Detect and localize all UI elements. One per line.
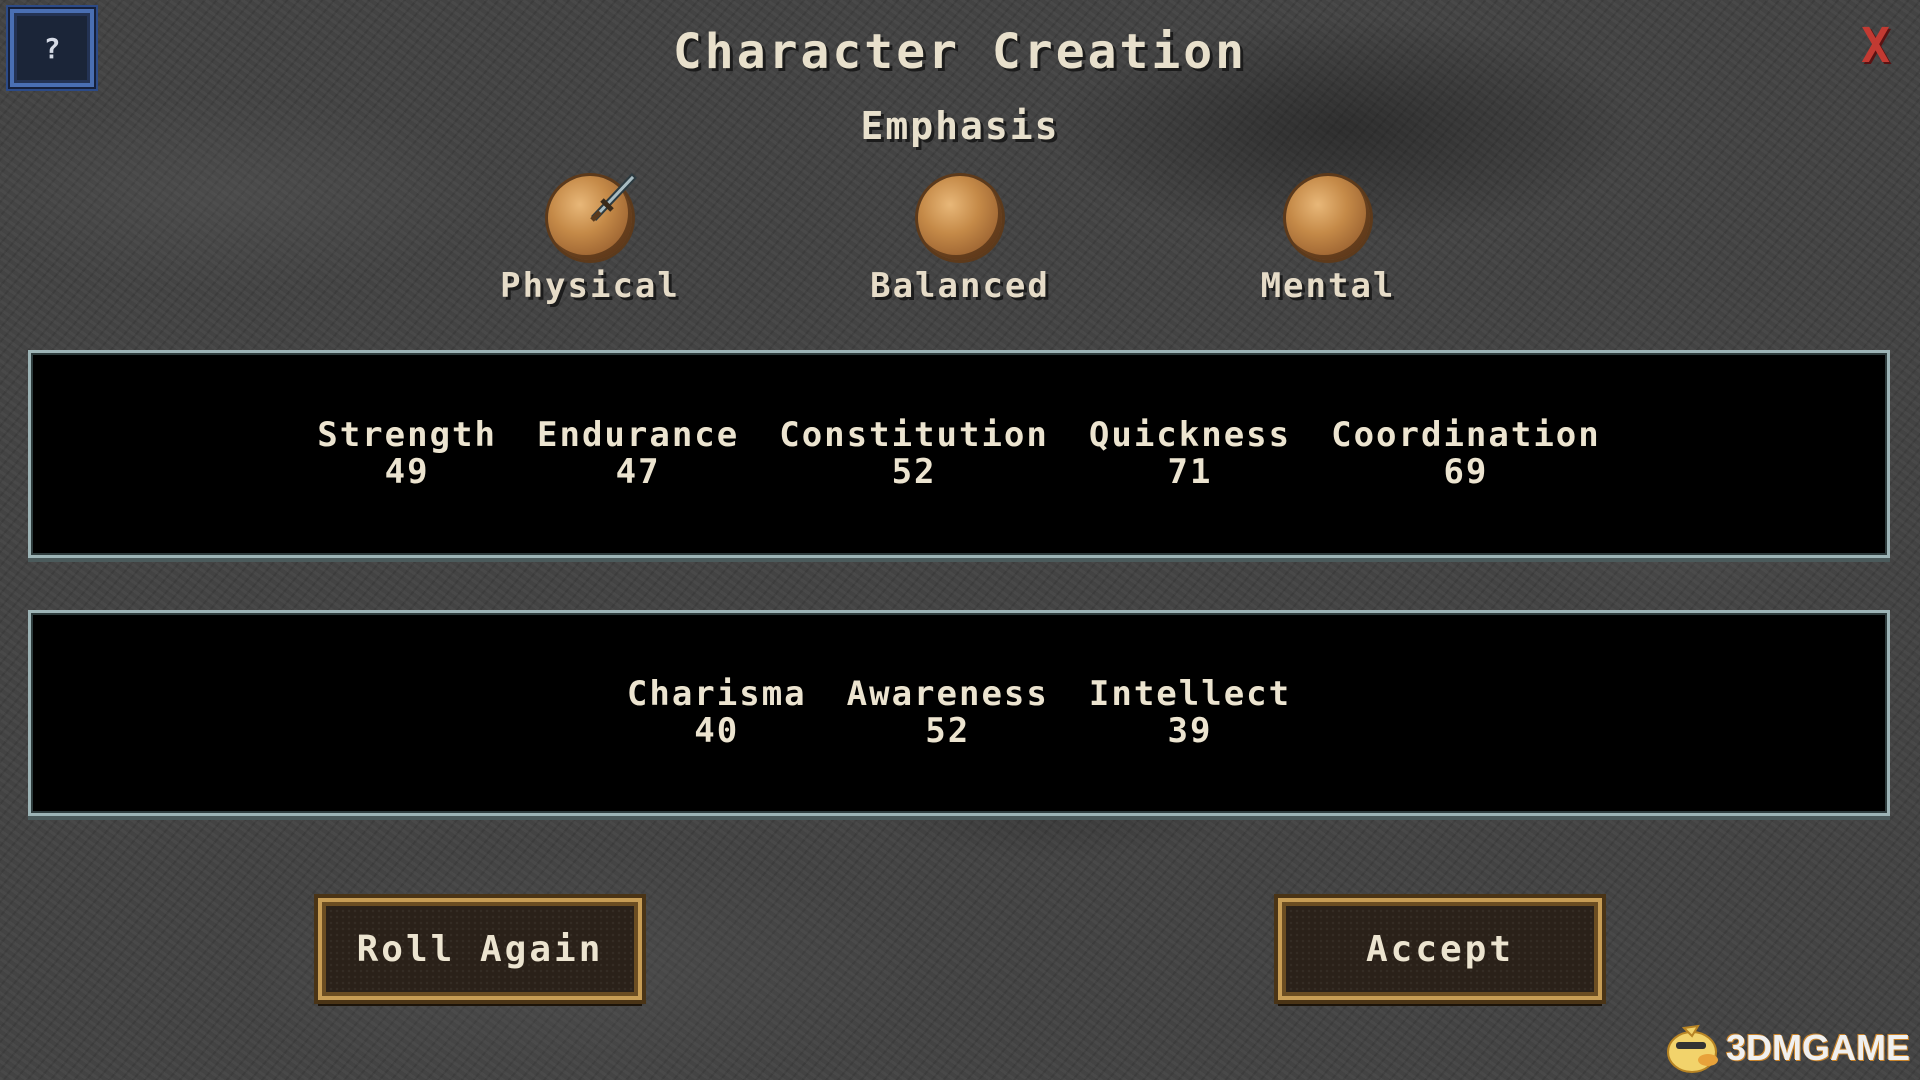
window-title: Character Creation <box>672 24 1248 80</box>
stat-value: 47 <box>615 452 661 492</box>
stat-intellect: Intellect 39 <box>1088 673 1292 751</box>
stat-awareness: Awareness 52 <box>846 673 1049 751</box>
stat-name: Endurance <box>537 414 740 455</box>
mental-stats-panel: Charisma 40 Awareness 52 Intellect 39 <box>28 610 1890 816</box>
stat-value: 40 <box>694 711 740 751</box>
watermark-text: 3DMGAME <box>1725 1027 1910 1068</box>
emphasis-mental[interactable]: Mental <box>1208 176 1448 306</box>
stat-name: Quickness <box>1088 414 1292 455</box>
emphasis-physical[interactable]: Physical <box>470 173 710 306</box>
stat-name: Strength <box>317 414 497 455</box>
orb-icon <box>1286 176 1370 260</box>
stat-charisma: Charisma 40 <box>626 673 807 751</box>
stat-name: Coordination <box>1331 414 1601 455</box>
stat-name: Charisma <box>626 673 807 714</box>
accept-button[interactable]: Accept <box>1274 894 1606 1004</box>
emphasis-label-balanced: Balanced <box>870 266 1050 306</box>
stat-name: Constitution <box>779 414 1049 455</box>
stat-quickness: Quickness 71 <box>1088 414 1292 492</box>
watermark-logo-icon <box>1666 1024 1718 1073</box>
stat-name: Intellect <box>1088 673 1292 714</box>
sword-icon <box>590 173 637 222</box>
emphasis-label-mental: Mental <box>1260 266 1396 306</box>
stat-value: 39 <box>1167 711 1213 751</box>
stat-endurance: Endurance 47 <box>537 414 740 492</box>
stat-value: 49 <box>384 452 430 492</box>
stat-name: Awareness <box>846 673 1049 714</box>
orb-icon <box>548 173 637 260</box>
stat-value: 69 <box>1443 452 1489 492</box>
roll-again-button[interactable]: Roll Again <box>314 894 646 1004</box>
stat-coordination: Coordination 69 <box>1331 414 1601 492</box>
watermark: 3DMGAME <box>1662 1020 1910 1076</box>
stat-value: 52 <box>925 711 971 751</box>
physical-stats-panel: Strength 49 Endurance 47 Constitution 52… <box>28 350 1890 558</box>
stat-value: 71 <box>1167 452 1213 492</box>
emphasis-balanced[interactable]: Balanced <box>840 176 1080 306</box>
stat-value: 52 <box>891 452 937 492</box>
orb-icon <box>918 176 1002 260</box>
emphasis-label-physical: Physical <box>500 266 680 306</box>
emphasis-heading: Emphasis <box>860 104 1060 148</box>
stat-constitution: Constitution 52 <box>779 414 1049 492</box>
stat-strength: Strength 49 <box>317 414 497 492</box>
